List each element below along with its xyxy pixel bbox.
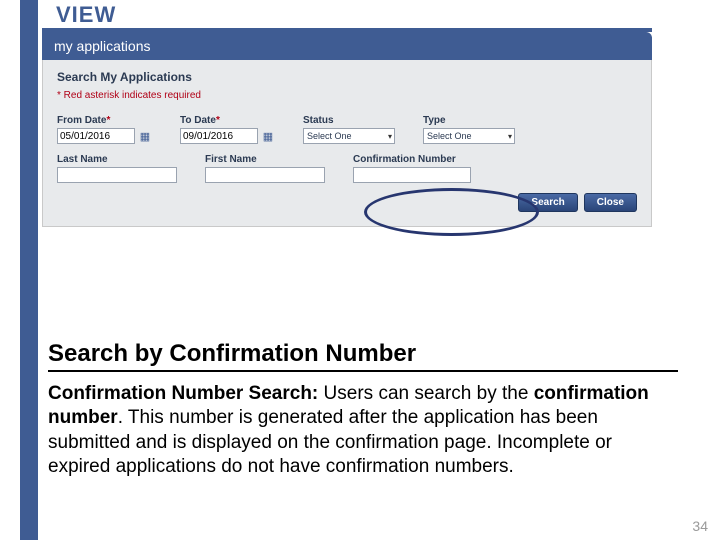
search-button[interactable]: Search xyxy=(518,193,577,212)
from-date-label: From Date* xyxy=(57,115,152,126)
doc-body: Confirmation Number Search: Users can se… xyxy=(48,382,678,479)
page-number: 34 xyxy=(692,518,708,534)
from-date-field: From Date* ▦ xyxy=(57,115,152,144)
button-row: Search Close xyxy=(57,193,637,212)
doc-text-rest: . This number is generated after the app… xyxy=(48,407,612,477)
last-name-input[interactable] xyxy=(57,167,177,183)
slide-content: VIEW my applications Search My Applicati… xyxy=(42,0,720,227)
doc-section: Search by Confirmation Number Confirmati… xyxy=(48,340,678,479)
first-name-label: First Name xyxy=(205,154,325,165)
panel-title: Search My Applications xyxy=(57,70,637,84)
to-date-label: To Date* xyxy=(180,115,275,126)
status-field: Status Select One ▾ xyxy=(303,115,395,144)
to-date-input[interactable] xyxy=(180,128,258,144)
status-select[interactable]: Select One ▾ xyxy=(303,128,395,144)
from-date-input[interactable] xyxy=(57,128,135,144)
form-row-2: Last Name First Name Confirmation Number xyxy=(57,154,637,183)
form-row-1: From Date* ▦ To Date* ▦ xyxy=(57,115,637,144)
view-label: VIEW xyxy=(42,0,720,28)
first-name-field: First Name xyxy=(205,154,325,183)
last-name-field: Last Name xyxy=(57,154,177,183)
panel-header: my applications xyxy=(42,32,652,60)
calendar-icon[interactable]: ▦ xyxy=(138,129,152,143)
type-select[interactable]: Select One ▾ xyxy=(423,128,515,144)
from-date-label-text: From Date xyxy=(57,115,106,126)
panel-body: Search My Applications * Red asterisk in… xyxy=(42,60,652,227)
doc-lead: Confirmation Number Search: xyxy=(48,383,318,404)
status-select-value: Select One xyxy=(307,131,352,141)
confirmation-number-input[interactable] xyxy=(353,167,471,183)
confirmation-number-label: Confirmation Number xyxy=(353,154,471,165)
type-field: Type Select One ▾ xyxy=(423,115,515,144)
type-label: Type xyxy=(423,115,515,126)
confirmation-number-field: Confirmation Number xyxy=(353,154,471,183)
to-date-label-text: To Date xyxy=(180,115,216,126)
close-button[interactable]: Close xyxy=(584,193,637,212)
last-name-label: Last Name xyxy=(57,154,177,165)
to-date-field: To Date* ▦ xyxy=(180,115,275,144)
calendar-icon[interactable]: ▦ xyxy=(261,129,275,143)
slide-left-stripe xyxy=(20,0,38,540)
chevron-down-icon: ▾ xyxy=(385,132,392,141)
required-note: * Red asterisk indicates required xyxy=(57,90,637,101)
type-select-value: Select One xyxy=(427,131,472,141)
status-label: Status xyxy=(303,115,395,126)
doc-text-1: Users can search by the xyxy=(318,383,533,404)
first-name-input[interactable] xyxy=(205,167,325,183)
required-asterisk: * xyxy=(106,115,110,126)
doc-heading: Search by Confirmation Number xyxy=(48,340,678,372)
chevron-down-icon: ▾ xyxy=(505,132,512,141)
search-panel: my applications Search My Applications *… xyxy=(42,28,652,227)
required-asterisk: * xyxy=(216,115,220,126)
